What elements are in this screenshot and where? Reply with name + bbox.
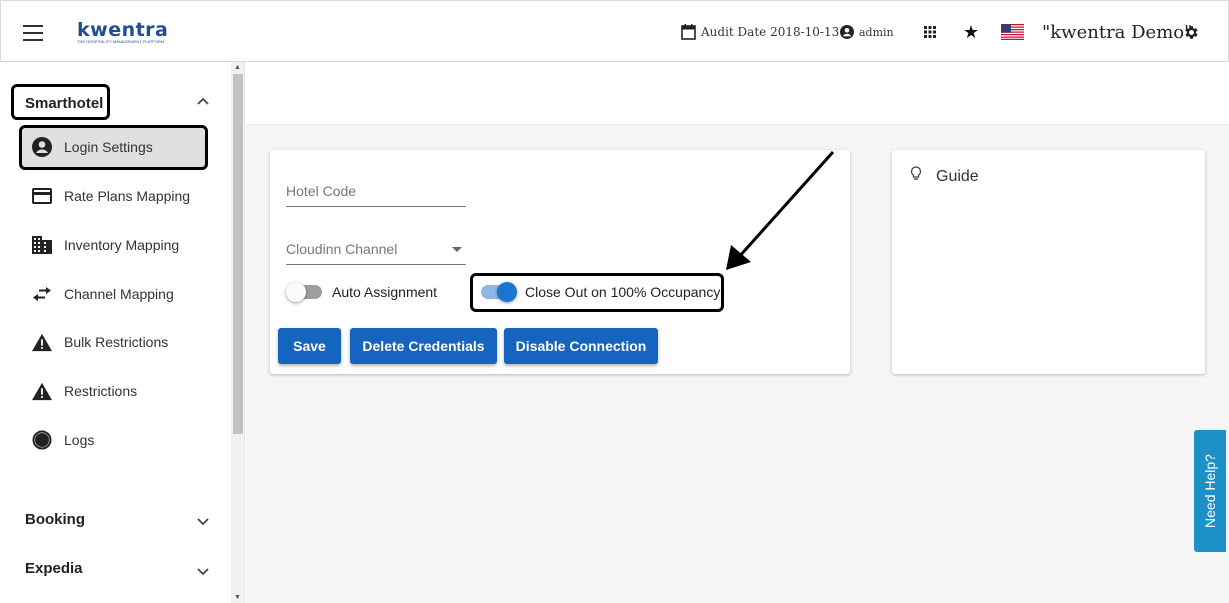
logo[interactable]: kwentra THE HOSPITALITY MANAGEMENT PLATF… <box>77 19 168 44</box>
sidebar-scrollbar[interactable]: ▲ ▼ <box>231 62 245 603</box>
swap-arrows-icon <box>32 284 52 304</box>
audit-date-text: Audit Date 2018-10-13 <box>701 25 840 39</box>
delete-credentials-button[interactable]: Delete Credentials <box>350 328 497 364</box>
scroll-up-icon[interactable]: ▲ <box>234 64 241 71</box>
sidebar-item-rate-plans[interactable]: Rate Plans Mapping <box>32 186 190 206</box>
annotation-box-section <box>11 84 110 120</box>
logo-text: kwentra <box>77 19 169 41</box>
scroll-down-icon[interactable]: ▼ <box>234 594 241 601</box>
sidebar-item-logs[interactable]: Logs <box>32 430 94 450</box>
channel-placeholder: Cloudinn Channel <box>286 241 398 257</box>
sidebar-item-label: Inventory Mapping <box>64 237 180 253</box>
building-icon <box>32 235 52 255</box>
scroll-thumb[interactable] <box>233 74 243 434</box>
sidebar-item-inventory[interactable]: Inventory Mapping <box>32 235 179 255</box>
section-expedia-title[interactable]: Expedia <box>25 560 83 577</box>
audit-date: Audit Date 2018-10-13 <box>681 1 839 63</box>
dropdown-arrow-icon <box>452 247 462 252</box>
chevron-down-icon[interactable] <box>196 515 210 529</box>
sidebar-item-label: Channel Mapping <box>64 286 174 302</box>
apps-grid-icon[interactable] <box>923 1 937 63</box>
credit-card-icon <box>32 186 52 206</box>
chevron-up-icon[interactable] <box>196 94 210 108</box>
login-settings-card: Hotel Code Cloudinn Channel Auto Assignm… <box>270 150 850 374</box>
save-button[interactable]: Save <box>278 328 341 364</box>
menu-icon[interactable] <box>23 25 43 41</box>
annotation-box-close-out <box>470 273 724 312</box>
sidebar-item-label: Logs <box>64 432 95 448</box>
warning-icon <box>32 332 52 352</box>
auto-assignment-toggle[interactable]: Auto Assignment <box>286 282 438 302</box>
sidebar-item-label: Restrictions <box>64 383 138 399</box>
us-flag-icon[interactable] <box>1001 1 1024 63</box>
sidebar-item-label: Rate Plans Mapping <box>64 188 191 204</box>
toggle-switch[interactable] <box>286 282 322 302</box>
sidebar-item-restrictions[interactable]: Restrictions <box>32 381 137 401</box>
guide-title: Guide <box>936 168 979 185</box>
logs-icon <box>32 430 52 450</box>
account-circle-icon <box>840 25 854 39</box>
user-menu[interactable]: admin <box>840 1 894 63</box>
disable-connection-button[interactable]: Disable Connection <box>504 328 658 364</box>
sidebar-item-label: Bulk Restrictions <box>64 334 169 350</box>
main-top-bar <box>246 62 1229 125</box>
cloudinn-channel-select[interactable]: Cloudinn Channel <box>286 241 466 265</box>
logo-tagline: THE HOSPITALITY MANAGEMENT PLATFORM <box>77 39 165 44</box>
sidebar-item-bulk-restrictions[interactable]: Bulk Restrictions <box>32 332 168 352</box>
calendar-icon <box>681 24 696 40</box>
section-booking-title[interactable]: Booking <box>25 511 85 528</box>
warning-icon <box>32 381 52 401</box>
annotation-box-login <box>19 125 208 170</box>
sidebar-item-channel-mapping[interactable]: Channel Mapping <box>32 284 174 304</box>
guide-card: Guide <box>892 150 1205 374</box>
chevron-down-icon[interactable] <box>196 565 210 579</box>
need-help-label: Need Help? <box>1202 454 1218 528</box>
user-name: admin <box>859 25 894 39</box>
gear-icon[interactable] <box>1183 1 1200 63</box>
hotel-code-field[interactable]: Hotel Code <box>286 183 466 207</box>
auto-assignment-label: Auto Assignment <box>332 284 438 300</box>
need-help-tab[interactable]: Need Help? <box>1194 430 1226 552</box>
star-icon[interactable]: ★ <box>963 1 979 63</box>
company-name[interactable]: "kwentra Demo" <box>1042 1 1192 63</box>
hotel-code-placeholder: Hotel Code <box>286 183 357 199</box>
top-header: kwentra THE HOSPITALITY MANAGEMENT PLATF… <box>0 0 1229 62</box>
main-content: Hotel Code Cloudinn Channel Auto Assignm… <box>246 62 1229 603</box>
lightbulb-icon <box>910 166 922 180</box>
